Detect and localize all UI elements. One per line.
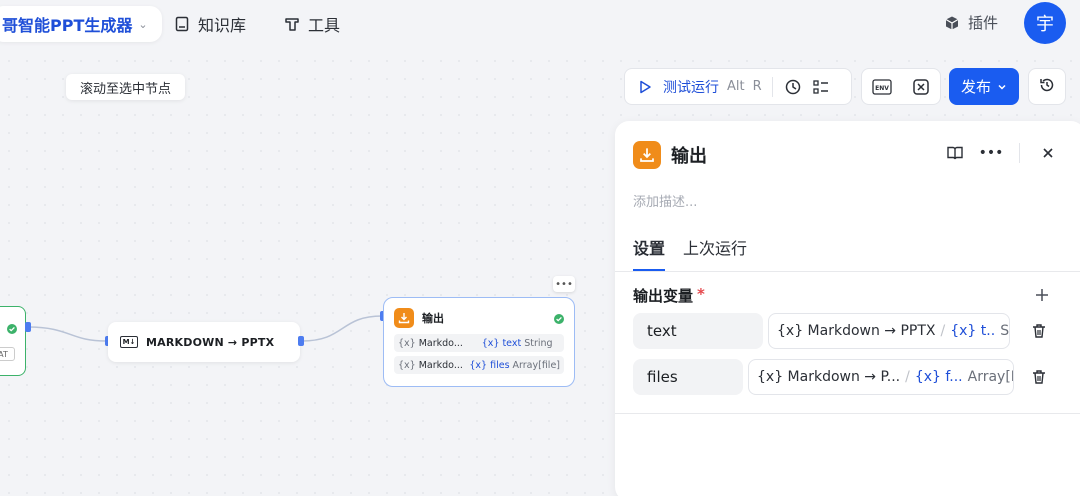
connection-lines — [27, 315, 383, 342]
plugin-label: 插件 — [968, 14, 999, 32]
output-reference-select[interactable]: {x} Markdown → P... / {x} f... Array[Fil… — [748, 359, 1014, 395]
tab-last-run[interactable]: 上次运行 — [683, 235, 747, 271]
add-output-button[interactable] — [1035, 283, 1049, 307]
output-node-icon — [394, 308, 414, 328]
trash-icon[interactable] — [1030, 322, 1048, 340]
reference-variable: {x} f... — [914, 369, 963, 385]
variable-name: text — [502, 337, 522, 349]
checklist-icon[interactable] — [811, 77, 831, 97]
divider — [1019, 143, 1020, 163]
list-item: {x} Markdo... {x} text String — [394, 334, 564, 352]
test-run-button[interactable]: 测试运行 — [663, 77, 719, 97]
divider — [615, 271, 1080, 272]
env-label: ENV — [875, 85, 889, 92]
book-open-icon[interactable] — [945, 143, 965, 163]
description-field[interactable]: 添加描述... — [633, 191, 697, 210]
panel-tabs: 设置 上次运行 — [633, 235, 747, 271]
output-name-field[interactable]: text — [633, 313, 763, 349]
node-settings-panel: 输出 ••• 添加描述... 设置 上次运行 输出变量 * text {x} M… — [615, 121, 1080, 496]
variable-name: files — [490, 359, 510, 371]
output-reference-select[interactable]: {x} Markdown → PPTX / {x} t.. String — [768, 313, 1010, 349]
panel-title: 输出 — [671, 146, 707, 167]
output-node-icon — [633, 141, 661, 169]
output-name-field[interactable]: files — [633, 359, 743, 395]
more-icon[interactable]: ••• — [553, 276, 575, 292]
variable-icon: {x} — [469, 359, 488, 371]
variable-x-icon[interactable] — [911, 77, 931, 97]
history-icon — [1038, 76, 1056, 98]
variable-icon: {x} — [398, 359, 416, 371]
output-node[interactable]: 输出 {x} Markdo... {x} text String {x} Mar… — [383, 297, 575, 387]
variable-icon: {x} — [398, 337, 416, 349]
cube-icon — [944, 15, 960, 31]
node-tag: AT — [0, 347, 15, 361]
variable-source: Markdo... — [418, 337, 463, 349]
test-run-toolbar: 测试运行 Alt R — [624, 68, 852, 105]
close-icon[interactable] — [1038, 143, 1058, 163]
node-title: 输出 — [422, 312, 444, 325]
env-icon[interactable]: ENV — [871, 77, 892, 97]
reference-separator: / — [905, 369, 910, 385]
divider — [771, 76, 773, 97]
env-toolbar: ENV — [861, 68, 941, 105]
panel-actions: ••• — [945, 143, 1058, 163]
output-port[interactable] — [25, 322, 31, 332]
play-icon[interactable] — [635, 77, 655, 97]
plugin-button[interactable]: 插件 — [944, 12, 998, 33]
chevron-down-icon — [997, 78, 1007, 96]
variable-icon: {x} — [481, 337, 500, 349]
output-port[interactable] — [298, 336, 304, 346]
divider — [615, 413, 1080, 414]
node-title: MARKDOWN → PPTX — [146, 335, 275, 349]
previous-node[interactable]: AT — [0, 306, 26, 376]
trash-icon[interactable] — [1030, 368, 1048, 386]
variable-type: String — [524, 337, 553, 349]
success-check-icon — [554, 309, 564, 328]
reference-type: String — [1000, 323, 1010, 339]
run-history-icon[interactable] — [783, 77, 803, 97]
shortcut-alt: Alt — [727, 79, 745, 94]
required-mark: * — [697, 285, 705, 303]
success-check-icon — [7, 319, 17, 338]
more-icon[interactable]: ••• — [979, 143, 1004, 163]
version-history-button[interactable] — [1028, 68, 1066, 105]
markdown-to-pptx-node[interactable]: M↓ MARKDOWN → PPTX — [108, 322, 300, 362]
publish-label: 发布 — [960, 78, 991, 96]
reference-type: Array[File] — [967, 369, 1013, 385]
reference-source: {x} Markdown → PPTX — [777, 323, 936, 339]
reference-variable: {x} t.. — [950, 323, 996, 339]
shortcut-key: R — [752, 79, 762, 94]
markdown-icon: M↓ — [120, 336, 138, 348]
panel-header: 输出 — [633, 141, 707, 169]
variable-type: Array[file] — [512, 359, 560, 371]
list-item: {x} Markdo... {x} files Array[file] — [394, 356, 564, 374]
publish-button[interactable]: 发布 — [949, 68, 1019, 105]
section-label: 输出变量 — [633, 287, 694, 305]
reference-separator: / — [940, 323, 946, 339]
variable-source: Markdo... — [418, 359, 463, 371]
tab-settings[interactable]: 设置 — [633, 235, 666, 271]
reference-source: {x} Markdown → P... — [757, 369, 901, 385]
section-title: 输出变量 * — [633, 285, 705, 306]
avatar[interactable]: 宇 — [1024, 2, 1066, 44]
node-header: 输出 — [394, 306, 564, 330]
